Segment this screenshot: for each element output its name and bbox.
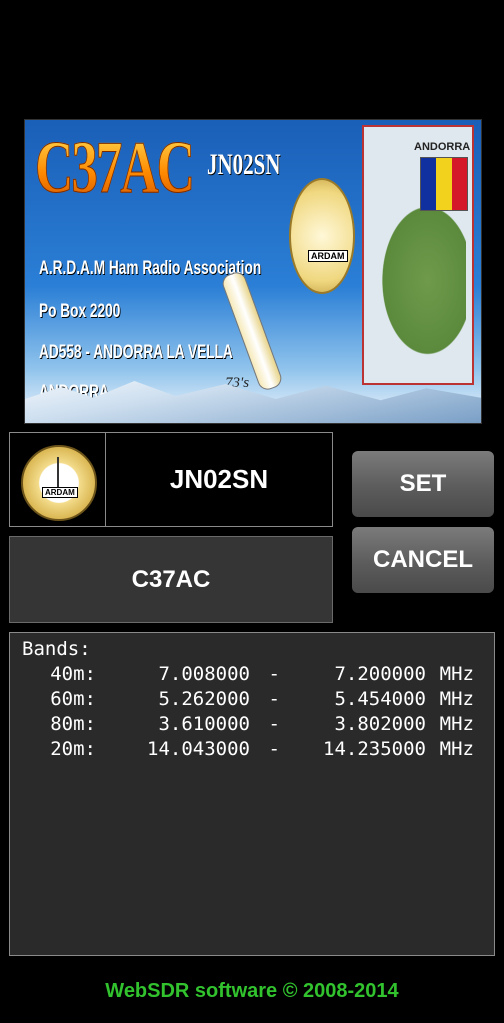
qsl-address-line: AD558 - ANDORRA LA VELLA xyxy=(39,342,233,363)
band-row: 60m: 5.262000 - 5.454000 MHz xyxy=(22,687,482,712)
band-name: 60m: xyxy=(50,688,96,710)
qsl-locator: JN02SN xyxy=(207,148,281,181)
band-unit: MHz xyxy=(439,688,474,710)
band-low-freq: 14.043000 xyxy=(147,738,250,760)
band-high-freq: 5.454000 xyxy=(334,688,426,710)
andorra-flag-icon xyxy=(420,157,468,211)
bands-title: Bands: xyxy=(22,638,91,660)
band-low-freq: 3.610000 xyxy=(158,713,250,735)
qsl-callsign: C37AC xyxy=(35,127,196,210)
flag-stripe xyxy=(421,158,437,210)
band-high-freq: 7.200000 xyxy=(334,663,426,685)
map-label: ANDORRA xyxy=(414,141,471,153)
band-name: 80m: xyxy=(50,713,96,735)
ardam-seal-icon: ARDAM xyxy=(289,178,355,294)
band-low-freq: 7.008000 xyxy=(158,663,250,685)
cancel-button[interactable]: CANCEL xyxy=(352,527,494,593)
qsl-address-line: Po Box 2200 xyxy=(39,301,121,322)
band-unit: MHz xyxy=(439,738,474,760)
band-row: 80m: 3.610000 - 3.802000 MHz xyxy=(22,712,482,737)
ardam-logo-icon: ARDAM xyxy=(21,445,97,521)
footer-copyright: WebSDR software © 2008-2014 xyxy=(105,980,399,1002)
pencil-mascot-icon xyxy=(219,269,285,393)
band-separator: - xyxy=(268,663,280,685)
band-name: 40m: xyxy=(50,663,96,685)
band-low-freq: 5.262000 xyxy=(158,688,250,710)
band-separator: - xyxy=(268,688,280,710)
band-high-freq: 14.235000 xyxy=(323,738,426,760)
bands-panel: Bands: 40m: 7.008000 - 7.200000 MHz 60m:… xyxy=(9,632,495,956)
europe-map: ANDORRA xyxy=(362,125,474,385)
logo-label: ARDAM xyxy=(42,487,78,498)
band-unit: MHz xyxy=(439,713,474,735)
antenna-icon xyxy=(57,457,59,487)
europe-land-shape xyxy=(370,187,466,357)
flag-stripe xyxy=(451,158,467,210)
qsl-card-image: C37AC JN02SN A.R.D.A.M Ham Radio Associa… xyxy=(24,119,482,424)
band-row: 20m: 14.043000 - 14.235000 MHz xyxy=(22,737,482,762)
locator-display: JN02SN xyxy=(169,464,269,494)
band-separator: - xyxy=(268,738,280,760)
flag-stripe xyxy=(436,158,452,210)
band-name: 20m: xyxy=(50,738,96,760)
set-button[interactable]: SET xyxy=(352,451,494,517)
seal-label: ARDAM xyxy=(308,250,348,262)
band-high-freq: 3.802000 xyxy=(334,713,426,735)
band-separator: - xyxy=(268,713,280,735)
band-unit: MHz xyxy=(439,663,474,685)
ardam-logo: ARDAM xyxy=(10,433,106,526)
band-row: 40m: 7.008000 - 7.200000 MHz xyxy=(22,662,482,687)
station-info-box: ARDAM JN02SN xyxy=(9,432,333,527)
callsign-display: C37AC xyxy=(9,536,333,623)
